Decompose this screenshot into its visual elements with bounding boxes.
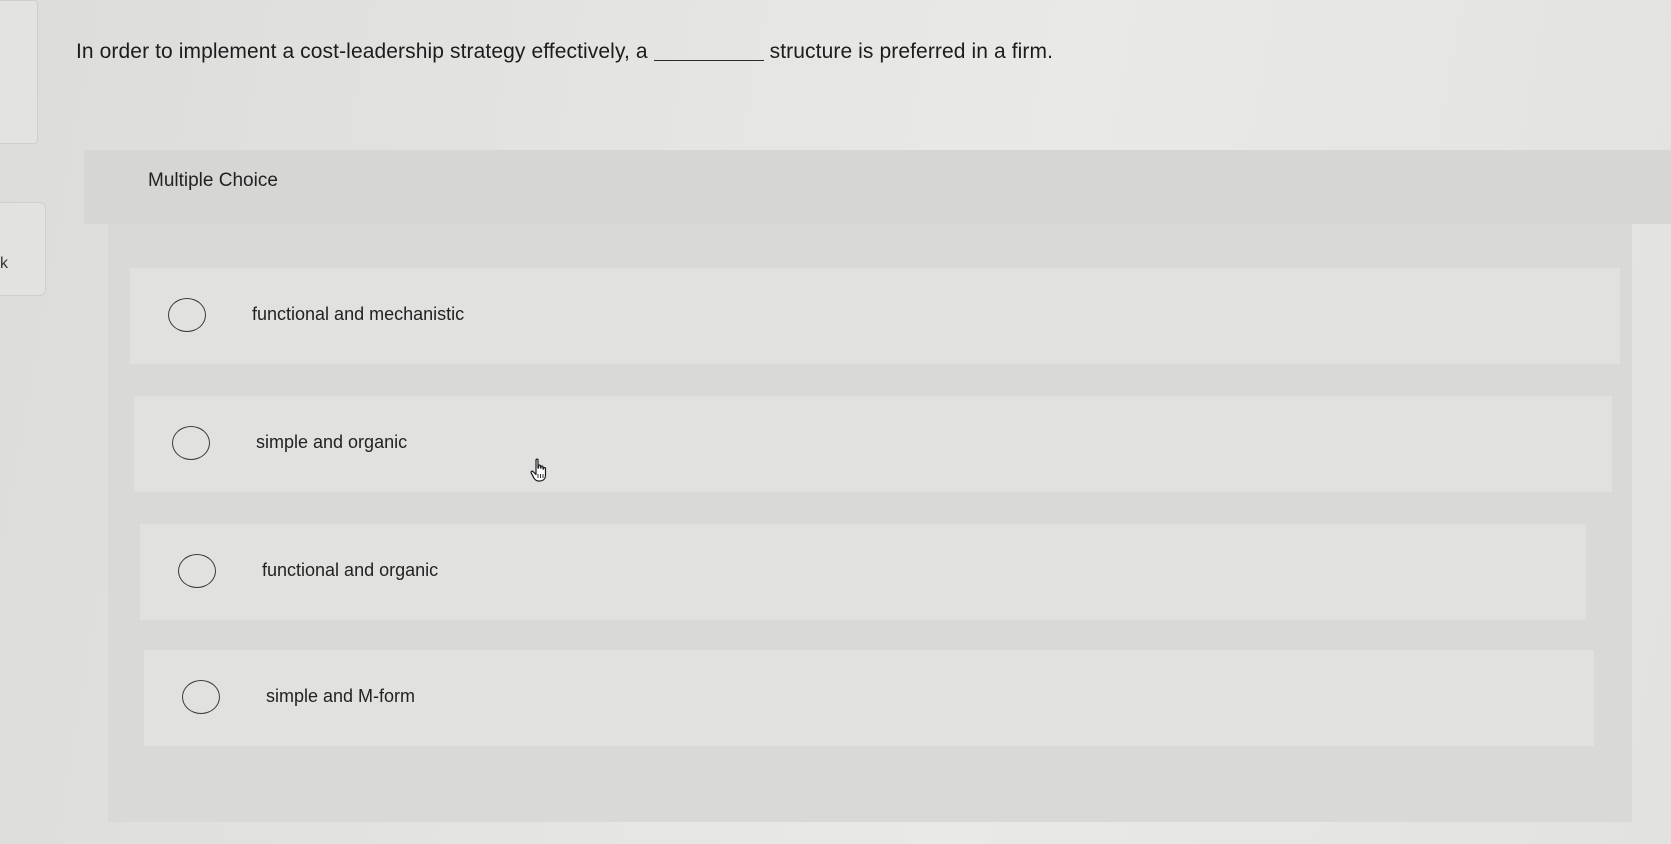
choice-label-4: simple and M-form: [266, 686, 416, 706]
choice-option-2[interactable]: simple and organic: [134, 396, 1612, 492]
side-tab-glyph: k: [0, 255, 8, 272]
side-panel: [0, 0, 38, 144]
question-text-before: In order to implement a cost-leadership …: [76, 40, 648, 63]
choice-label-1: functional and mechanistic: [252, 304, 465, 324]
choice-label-3: functional and organic: [262, 560, 439, 580]
question-text-after: structure is preferred in a firm.: [769, 40, 1054, 63]
multiple-choice-header: Multiple Choice: [84, 150, 1671, 224]
choice-option-3[interactable]: functional and organic: [140, 524, 1586, 620]
radio-button-2[interactable]: [172, 426, 210, 460]
choice-option-1[interactable]: functional and mechanistic: [130, 268, 1620, 364]
radio-button-4[interactable]: [182, 680, 220, 714]
question-blank: [653, 60, 764, 61]
choice-option-4[interactable]: simple and M-form: [144, 650, 1594, 746]
hand-pointer-icon: [530, 458, 547, 482]
multiple-choice-label: Multiple Choice: [148, 170, 278, 191]
radio-button-3[interactable]: [178, 554, 216, 588]
question-text: In order to implement a cost-leadership …: [76, 40, 1053, 64]
radio-button-1[interactable]: [168, 298, 206, 332]
choice-label-2: simple and organic: [256, 432, 408, 452]
side-nav-tab[interactable]: [0, 202, 46, 296]
